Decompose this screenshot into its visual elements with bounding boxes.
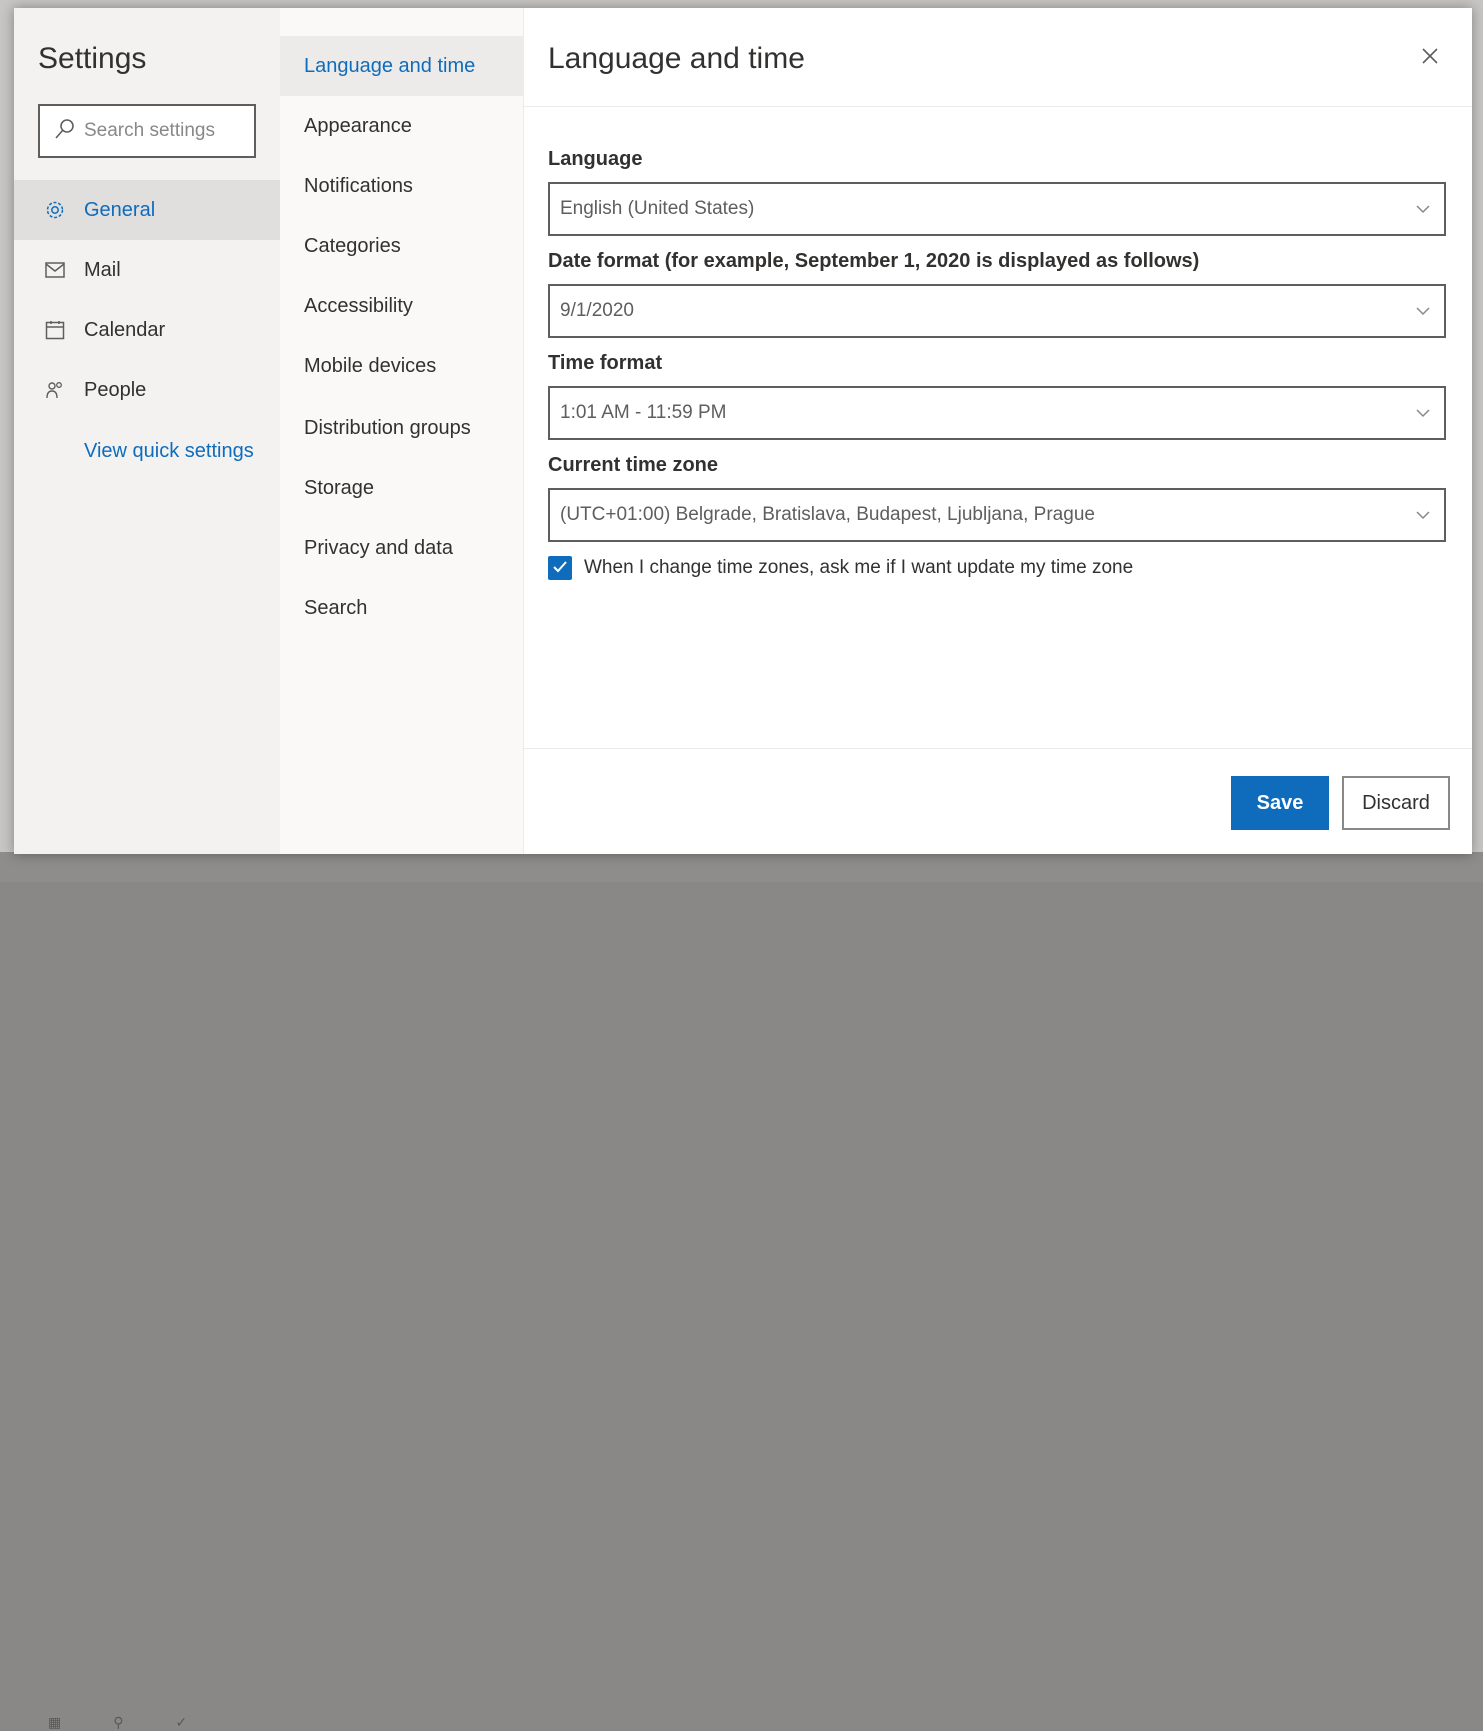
submenu-item-distribution-groups[interactable]: Distribution groups	[280, 398, 524, 458]
chevron-down-icon	[1416, 304, 1430, 318]
close-button[interactable]	[1416, 44, 1444, 72]
gear-icon	[44, 199, 66, 221]
settings-dialog: Settings General Mail Calendar	[14, 8, 1472, 854]
language-dropdown[interactable]: English (United States)	[548, 182, 1446, 236]
checkmark-icon	[552, 557, 568, 579]
nav-item-mail[interactable]: Mail	[14, 240, 280, 300]
footer-divider	[524, 748, 1472, 749]
nav-item-label: Mail	[84, 258, 121, 281]
submenu-item-storage[interactable]: Storage	[280, 458, 524, 518]
time-zone-value: (UTC+01:00) Belgrade, Bratislava, Budape…	[560, 504, 1095, 525]
search-icon	[54, 118, 76, 145]
timezone-prompt-label: When I change time zones, ask me if I wa…	[584, 557, 1134, 578]
view-quick-settings-link[interactable]: View quick settings	[84, 440, 254, 463]
tasks-icon: ✓	[175, 1714, 188, 1730]
nav-item-general[interactable]: General	[14, 180, 280, 240]
submenu-item-accessibility[interactable]: Accessibility	[280, 276, 524, 336]
settings-sidebar: Settings General Mail Calendar	[14, 8, 280, 854]
calendar-icon	[44, 319, 66, 341]
time-format-value: 1:01 AM - 11:59 PM	[560, 402, 727, 423]
date-format-value: 9/1/2020	[560, 300, 634, 321]
time-format-dropdown[interactable]: 1:01 AM - 11:59 PM	[548, 386, 1446, 440]
settings-title: Settings	[38, 42, 147, 75]
timezone-prompt-checkbox[interactable]	[548, 556, 572, 580]
mail-icon	[44, 259, 66, 281]
date-format-dropdown[interactable]: 9/1/2020	[548, 284, 1446, 338]
time-zone-label: Current time zone	[548, 454, 719, 476]
timezone-prompt-option: When I change time zones, ask me if I wa…	[548, 556, 1133, 580]
people-icon: ⚲	[113, 1714, 124, 1730]
chevron-down-icon	[1416, 406, 1430, 420]
submenu-item-search[interactable]: Search	[280, 578, 524, 638]
search-settings-box[interactable]	[38, 104, 256, 158]
time-format-label: Time format	[548, 352, 663, 374]
nav-item-label: General	[84, 198, 156, 221]
chevron-down-icon	[1416, 508, 1430, 522]
language-label: Language	[548, 148, 643, 170]
close-icon	[1421, 47, 1439, 70]
nav-item-people[interactable]: People	[14, 360, 280, 420]
time-zone-dropdown[interactable]: (UTC+01:00) Belgrade, Bratislava, Budape…	[548, 488, 1446, 542]
search-input[interactable]	[84, 120, 244, 142]
language-value: English (United States)	[560, 198, 755, 219]
discard-button[interactable]: Discard	[1342, 776, 1450, 830]
date-format-label: Date format (for example, September 1, 2…	[548, 250, 1200, 272]
settings-pane: Language and time Language English (Unit…	[524, 8, 1472, 854]
submenu-item-categories[interactable]: Categories	[280, 216, 524, 276]
general-submenu: Language and time Appearance Notificatio…	[280, 8, 524, 854]
nav-item-calendar[interactable]: Calendar	[14, 300, 280, 360]
submenu-item-privacy-and-data[interactable]: Privacy and data	[280, 518, 524, 578]
submenu-item-mobile-devices[interactable]: Mobile devices	[280, 336, 524, 396]
app-bottom-bar: ▦ ⚲ ✓	[0, 852, 1483, 1730]
submenu-item-language-and-time[interactable]: Language and time	[280, 36, 524, 96]
calendar-icon: ▦	[48, 1714, 62, 1730]
people-icon	[44, 379, 66, 401]
chevron-down-icon	[1416, 202, 1430, 216]
header-divider	[524, 106, 1472, 107]
submenu-item-notifications[interactable]: Notifications	[280, 156, 524, 216]
pane-title: Language and time	[548, 42, 805, 75]
submenu-item-appearance[interactable]: Appearance	[280, 96, 524, 156]
save-button[interactable]: Save	[1231, 776, 1329, 830]
nav-item-label: People	[84, 378, 147, 401]
nav-item-label: Calendar	[84, 318, 166, 341]
